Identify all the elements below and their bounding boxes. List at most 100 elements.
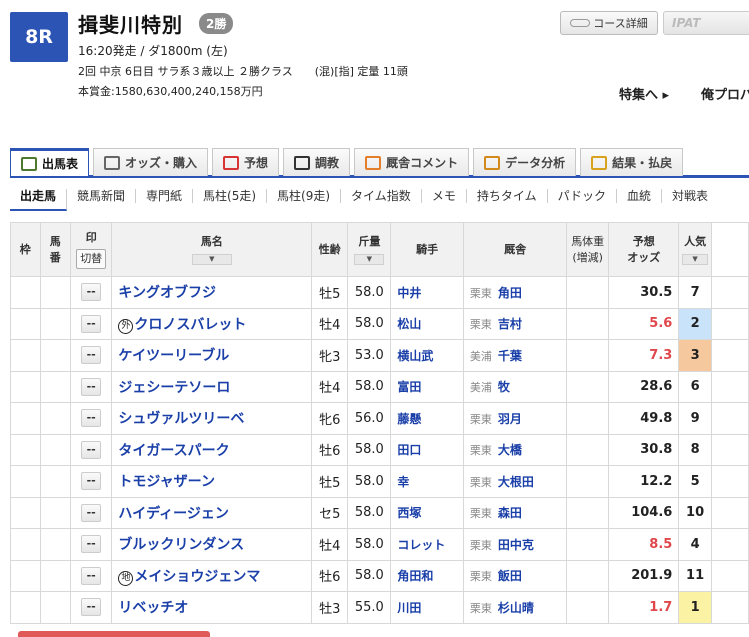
- subnav-item-6[interactable]: メモ: [422, 189, 467, 203]
- jockey-link[interactable]: 横山武: [390, 339, 464, 372]
- horse-name-link[interactable]: キングオブフジ: [118, 285, 216, 301]
- tab-5[interactable]: データ分析: [473, 148, 577, 176]
- sexage-cell: 牡5: [311, 465, 349, 498]
- tab-label: 予想: [244, 156, 269, 170]
- horse-name-link[interactable]: シュヴァルツリーベ: [118, 411, 244, 427]
- mark-select-button[interactable]: --: [81, 440, 102, 459]
- umaban-cell: [39, 528, 72, 561]
- mark-select-button[interactable]: --: [81, 566, 102, 585]
- mark-toggle-button[interactable]: 切替: [76, 249, 107, 269]
- horse-name-link[interactable]: タイガースパーク: [118, 443, 229, 459]
- tab-4[interactable]: 厩舎コメント: [354, 148, 470, 176]
- mark-select-button[interactable]: --: [81, 409, 102, 428]
- trainer-link[interactable]: 杉山晴: [498, 601, 534, 615]
- trainer-link[interactable]: 田中克: [498, 538, 534, 552]
- trainer-link[interactable]: 大橋: [498, 443, 522, 457]
- umaban-cell: [39, 307, 72, 340]
- horse-name-cell[interactable]: ジェシーテソーロ: [111, 370, 313, 403]
- horse-name-link[interactable]: ジェシーテソーロ: [118, 380, 230, 396]
- trainer-link[interactable]: 羽月: [498, 412, 522, 426]
- horse-name-cell[interactable]: シュヴァルツリーベ: [111, 402, 313, 435]
- jockey-link[interactable]: 幸: [390, 465, 464, 498]
- horse-name-link[interactable]: トモジャザーン: [118, 474, 215, 490]
- tab-0[interactable]: 出馬表: [10, 148, 90, 176]
- col-weight[interactable]: 斤量 ▼: [347, 222, 392, 277]
- tab-3[interactable]: 調教: [283, 148, 351, 176]
- subnav-item-2[interactable]: 専門紙: [136, 189, 194, 203]
- subnav-item-9[interactable]: 血統: [617, 189, 662, 203]
- horse-name-cell[interactable]: 地メイショウジェンマ: [111, 559, 313, 592]
- horse-name-link[interactable]: リベッチオ: [118, 600, 188, 616]
- sub-nav: 出走馬 競馬新聞 専門紙 馬柱(5走) 馬柱(9走) タイム指数 メモ 持ちタイム パドック 血統…: [10, 182, 749, 211]
- trainer-link[interactable]: 吉村: [498, 317, 522, 331]
- mark-select-button[interactable]: --: [81, 283, 102, 302]
- horse-name-cell[interactable]: ハイディージェン: [111, 496, 313, 529]
- tab-6[interactable]: 結果・払戻: [580, 148, 684, 176]
- trainer-link[interactable]: 飯田: [498, 569, 522, 583]
- mark-cell: --: [70, 528, 113, 561]
- waku-cell: [10, 433, 41, 466]
- col-weight-label: 斤量: [358, 235, 381, 248]
- mark-select-button[interactable]: --: [81, 503, 102, 522]
- overflow-cell: [710, 559, 749, 592]
- jockey-link[interactable]: 富田: [390, 370, 464, 403]
- ore-pro-link[interactable]: 俺プロパ: [701, 84, 749, 103]
- stable-cell: 栗東 森田: [462, 496, 568, 529]
- jockey-link[interactable]: 田口: [390, 433, 464, 466]
- mark-select-button[interactable]: --: [81, 535, 102, 554]
- horse-name-cell[interactable]: ケイツーリーブル: [111, 339, 313, 372]
- horse-name-link[interactable]: ハイディージェン: [118, 506, 228, 522]
- subnav-item-1[interactable]: 競馬新聞: [67, 189, 137, 203]
- subnav-item-8[interactable]: パドック: [548, 189, 617, 203]
- subnav-item-0[interactable]: 出走馬: [10, 189, 68, 211]
- subnav-item-10[interactable]: 対戦表: [662, 189, 718, 203]
- trainer-link[interactable]: 角田: [498, 286, 522, 300]
- jockey-link[interactable]: 西塚: [390, 496, 464, 529]
- jockey-link[interactable]: 中井: [390, 276, 464, 309]
- subnav-item-4[interactable]: 馬柱(9走): [267, 189, 342, 203]
- horse-name-link[interactable]: ブルックリンダンス: [118, 537, 244, 553]
- jockey-link[interactable]: 藤懸: [390, 402, 464, 435]
- horse-name-cell[interactable]: 外クロノスバレット: [111, 307, 313, 340]
- weight-cell: 55.0: [347, 591, 392, 624]
- col-horse-name[interactable]: 馬名 ▼: [111, 222, 313, 277]
- horse-name-cell[interactable]: トモジャザーン: [111, 465, 313, 498]
- subnav-item-7[interactable]: 持ちタイム: [467, 189, 548, 203]
- tab-2[interactable]: 予想: [212, 148, 280, 176]
- trainer-link[interactable]: 牧: [498, 380, 510, 394]
- trainer-link[interactable]: 大根田: [498, 475, 534, 489]
- ipat-button[interactable]: IPAT: [663, 11, 749, 35]
- horse-name-cell[interactable]: タイガースパーク: [111, 433, 313, 466]
- horse-name-link[interactable]: メイショウジェンマ: [134, 569, 260, 585]
- sort-weight-button[interactable]: ▼: [354, 254, 385, 265]
- jockey-link[interactable]: コレット: [390, 528, 464, 561]
- col-popularity[interactable]: 人気 ▼: [678, 222, 712, 277]
- tab-1[interactable]: オッズ・購入: [93, 148, 209, 176]
- jockey-link[interactable]: 角田和: [390, 559, 464, 592]
- course-detail-button[interactable]: コース詳細: [560, 11, 658, 35]
- horse-name-link[interactable]: ケイツーリーブル: [118, 348, 229, 364]
- col-jockey: 騎手: [390, 222, 464, 277]
- trainer-link[interactable]: 森田: [498, 506, 522, 520]
- mark-cell: --: [70, 307, 113, 340]
- trainer-link[interactable]: 千葉: [498, 349, 522, 363]
- subnav-item-3[interactable]: 馬柱(5走): [193, 189, 268, 203]
- mark-select-button[interactable]: --: [81, 377, 102, 396]
- horse-name-cell[interactable]: ブルックリンダンス: [111, 528, 313, 561]
- horse-prefix-badge: 地: [118, 570, 134, 586]
- subnav-item-5[interactable]: タイム指数: [341, 189, 422, 203]
- bodyweight-cell: [566, 433, 610, 466]
- mark-select-button[interactable]: --: [81, 472, 102, 491]
- sort-pop-button[interactable]: ▼: [682, 254, 709, 265]
- tokushu-link[interactable]: 特集へ ▸: [619, 84, 669, 103]
- horse-name-cell[interactable]: キングオブフジ: [111, 276, 313, 309]
- horse-name-cell[interactable]: リベッチオ: [111, 591, 313, 624]
- sort-name-button[interactable]: ▼: [191, 254, 232, 265]
- mark-select-button[interactable]: --: [81, 346, 102, 365]
- mark-select-button[interactable]: --: [81, 314, 102, 333]
- horse-name-link[interactable]: クロノスバレット: [134, 317, 246, 333]
- jockey-link[interactable]: 松山: [390, 307, 464, 340]
- jockey-link[interactable]: 川田: [390, 591, 464, 624]
- overflow-cell: [710, 465, 749, 498]
- mark-select-button[interactable]: --: [81, 598, 102, 617]
